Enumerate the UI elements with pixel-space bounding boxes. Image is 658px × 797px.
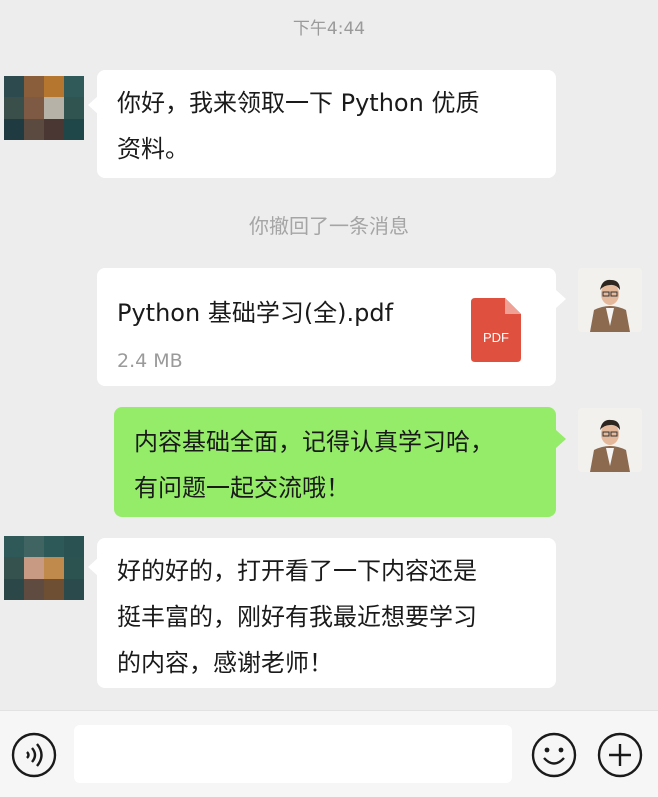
message-line: 资料。: [117, 135, 189, 163]
file-name: Python 基础学习(全).pdf: [117, 299, 394, 327]
message-bubble-received[interactable]: 你好，我来领取一下 Python 优质 资料。: [97, 70, 556, 178]
message-line: 你好，我来领取一下 Python 优质: [117, 89, 480, 117]
my-avatar[interactable]: [578, 408, 642, 472]
bubble-tail: [556, 430, 566, 448]
bubble-tail: [556, 290, 566, 308]
message-line: 挺丰富的，刚好有我最近想要学习: [117, 603, 477, 631]
recall-notice: 你撤回了一条消息: [249, 214, 409, 238]
message-bubble-sent[interactable]: 内容基础全面，记得认真学习哈， 有问题一起交流哦！: [114, 407, 556, 517]
message-line: 好的好的，打开看了一下内容还是: [117, 557, 477, 585]
pdf-icon-label: PDF: [483, 330, 509, 345]
emoji-icon[interactable]: [530, 731, 578, 779]
file-message-bubble[interactable]: Python 基础学习(全).pdf 2.4 MB PDF: [97, 268, 556, 386]
message-input[interactable]: [74, 725, 512, 783]
contact-avatar[interactable]: [4, 76, 84, 140]
message-line: 内容基础全面，记得认真学习哈，: [134, 428, 494, 456]
message-line: 有问题一起交流哦！: [134, 474, 350, 502]
message-line: 的内容，感谢老师！: [117, 649, 333, 677]
file-size: 2.4 MB: [117, 350, 183, 372]
plus-icon[interactable]: [596, 731, 644, 779]
message-bubble-received[interactable]: 好的好的，打开看了一下内容还是 挺丰富的，刚好有我最近想要学习 的内容，感谢老师…: [97, 538, 556, 688]
my-avatar[interactable]: [578, 268, 642, 332]
contact-avatar[interactable]: [4, 536, 84, 600]
voice-icon[interactable]: [10, 731, 58, 779]
pdf-file-icon: PDF: [471, 298, 521, 362]
chat-area: 下午4:44 你好，我来领取一下 Python 优质 资料。 你撤回了一条消息 …: [0, 0, 658, 710]
input-bar: [0, 710, 658, 797]
timestamp: 下午4:44: [292, 19, 366, 39]
